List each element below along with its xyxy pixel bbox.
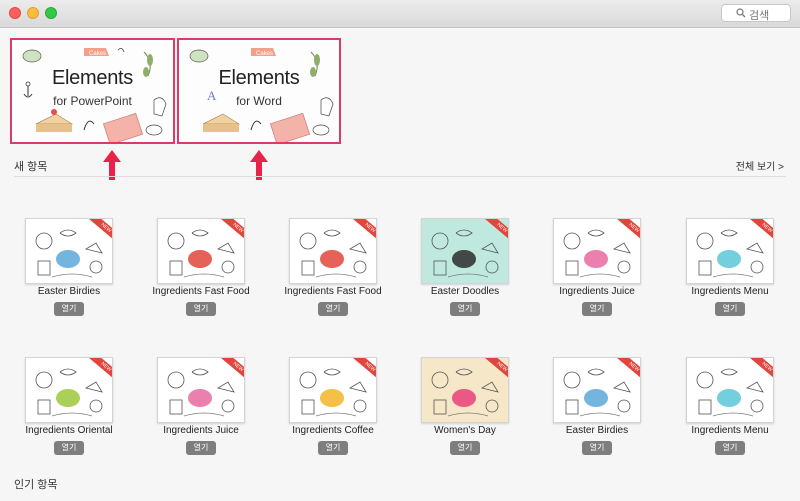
doodle-illustration: Cakes A <box>189 48 334 142</box>
banner-subtitle: for PowerPoint <box>53 94 132 108</box>
template-thumbnail[interactable]: NEW <box>686 357 774 423</box>
banner-subtitle: for Word <box>236 94 282 108</box>
open-button[interactable]: 열기 <box>318 302 348 316</box>
banner-elements-powerpoint[interactable]: Cakes Elements for PowerPoint <box>10 38 175 144</box>
template-name: Ingredients Coffee <box>292 425 374 436</box>
open-button[interactable]: 열기 <box>582 441 612 455</box>
template-thumbnail[interactable]: NEW <box>686 218 774 284</box>
banner-badge: Cakes <box>256 51 273 57</box>
template-thumbnail[interactable]: NEW <box>25 357 113 423</box>
banner-artwork: Cakes Elements for PowerPoint <box>14 42 171 142</box>
doodle-illustration: Cakes <box>22 48 167 142</box>
section-title-new: 새 항목 <box>14 161 48 173</box>
open-button[interactable]: 열기 <box>715 441 745 455</box>
open-button[interactable]: 열기 <box>54 302 84 316</box>
see-all-link[interactable]: 전체 보기 > <box>736 158 784 173</box>
close-window-button[interactable] <box>9 7 21 19</box>
template-thumbnail[interactable]: NEW <box>289 357 377 423</box>
open-button[interactable]: 열기 <box>54 441 84 455</box>
template-name: Easter Birdies <box>565 425 629 436</box>
open-button[interactable]: 열기 <box>715 302 745 316</box>
template-thumbnail[interactable]: NEW <box>421 218 509 284</box>
open-button[interactable]: 열기 <box>186 302 216 316</box>
open-button[interactable]: 열기 <box>450 441 480 455</box>
open-button[interactable]: 열기 <box>582 302 612 316</box>
template-name: Ingredients Oriental <box>25 425 113 436</box>
template-thumbnail[interactable]: NEW <box>157 357 245 423</box>
minimize-window-button[interactable] <box>27 7 39 19</box>
template-name: Easter Birdies <box>37 286 101 297</box>
search-icon <box>736 8 746 18</box>
template-name: Women's Day <box>434 425 496 436</box>
search-placeholder: 검색 <box>749 10 770 22</box>
template-name: Ingredients Fast Food <box>152 286 250 297</box>
zoom-window-button[interactable] <box>45 7 57 19</box>
banner-badge: Cakes <box>89 51 106 57</box>
open-button[interactable]: 열기 <box>186 441 216 455</box>
search-field[interactable]: 검색 <box>721 4 791 22</box>
banner-elements-word[interactable]: Cakes A Elements for Word <box>177 38 341 144</box>
template-thumbnail[interactable]: NEW <box>553 218 641 284</box>
template-thumbnail[interactable]: NEW <box>289 218 377 284</box>
banner-title: Elements <box>52 67 133 89</box>
template-thumbnail[interactable]: NEW <box>157 218 245 284</box>
template-thumbnail[interactable]: NEW <box>553 357 641 423</box>
template-name: Ingredients Juice <box>163 425 239 436</box>
template-name: Ingredients Juice <box>559 286 635 297</box>
template-name: Ingredients Fast Food <box>284 286 382 297</box>
title-bar: 검색 <box>0 0 800 28</box>
template-name: Ingredients Menu <box>691 425 769 436</box>
template-name: Ingredients Menu <box>691 286 769 297</box>
template-name: Easter Doodles <box>430 286 500 297</box>
open-button[interactable]: 열기 <box>450 302 480 316</box>
app-window: 검색 Cakes Elements for PowerPoint Cakes A… <box>0 0 800 501</box>
banner-title: Elements <box>218 67 300 89</box>
template-thumbnail[interactable]: NEW <box>25 218 113 284</box>
section-divider <box>14 176 786 177</box>
template-thumbnail[interactable]: NEW <box>421 357 509 423</box>
open-button[interactable]: 열기 <box>318 441 348 455</box>
section-title-popular: 인기 항목 <box>14 479 58 491</box>
banner-artwork: Cakes A Elements for Word <box>181 42 337 142</box>
